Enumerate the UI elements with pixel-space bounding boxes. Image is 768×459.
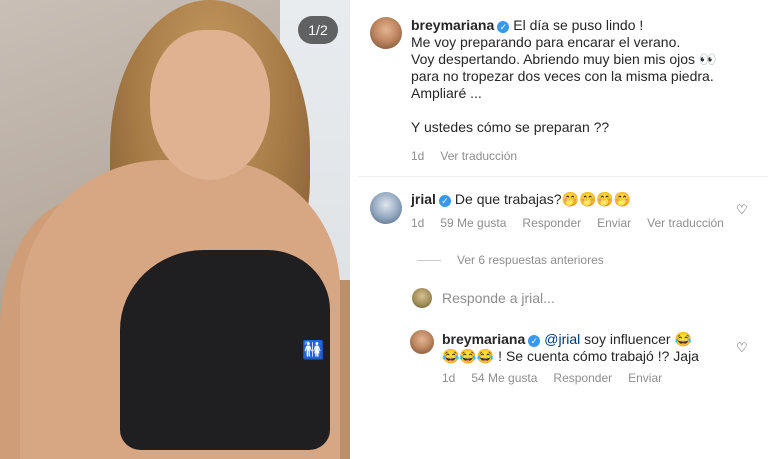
caption-line: El día se puso lindo ! <box>513 17 644 33</box>
caption-line: Y ustedes cómo se preparan ?? <box>411 119 610 135</box>
avatar[interactable] <box>370 17 402 49</box>
caption-line: Voy despertando. Abriendo muy bien mis o… <box>411 51 717 67</box>
verified-badge-icon: ✓ <box>497 21 510 33</box>
caption-line: para no tropezar dos veces con la misma … <box>411 68 714 84</box>
avatar <box>412 288 432 308</box>
comment: jrial ✓ De que trabajas?🤭🤭🤭🤭 <box>411 191 631 208</box>
divider <box>358 176 768 177</box>
reply-meta: 1d 54 Me gusta Responder Enviar <box>442 371 678 385</box>
likes-count[interactable]: 59 Me gusta <box>440 216 506 230</box>
caption-line <box>411 102 761 119</box>
photo-face <box>150 30 270 180</box>
translate-link[interactable]: Ver traducción <box>440 149 517 163</box>
caption: breymariana ✓ El día se puso lindo ! Me vo… <box>411 17 761 136</box>
comment-username[interactable]: jrial <box>411 191 436 207</box>
like-heart-icon[interactable]: ♡ <box>736 342 750 356</box>
send-button[interactable]: Enviar <box>597 216 631 230</box>
caption-time: 1d <box>411 149 425 163</box>
avatar[interactable] <box>370 192 402 224</box>
caption-username[interactable]: breymariana <box>411 17 494 33</box>
photo-sports-top <box>120 250 330 450</box>
reply-time: 1d <box>442 371 456 385</box>
caption-meta: 1d Ver traducción <box>411 149 533 163</box>
verified-badge-icon: ✓ <box>528 335 541 347</box>
send-button[interactable]: Enviar <box>628 371 662 385</box>
avatar[interactable] <box>410 330 434 354</box>
mention-link[interactable]: @jrial <box>544 331 580 347</box>
likes-count[interactable]: 54 Me gusta <box>471 371 537 385</box>
verified-badge-icon: ✓ <box>438 195 451 207</box>
replies-line-marker <box>417 260 441 262</box>
carousel-page-indicator: 1/2 <box>298 16 338 44</box>
reply-button[interactable]: Responder <box>553 371 612 385</box>
reply-button[interactable]: Responder <box>522 216 581 230</box>
comments-panel: breymariana ✓ El día se puso lindo ! Me vo… <box>350 0 768 459</box>
comment-time: 1d <box>411 216 425 230</box>
translate-link[interactable]: Ver traducción <box>647 216 724 230</box>
restroom-sign-icon: 🚻 <box>302 340 325 361</box>
reply: breymariana ✓ @jrial soy influencer 😂 😂😂😂 … <box>442 331 742 365</box>
reply-text: 😂😂😂 ! Se cuenta cómo trabajó !? Jaja <box>442 348 699 364</box>
caption-line: Me voy preparando para encarar el verano… <box>411 34 681 50</box>
reply-input[interactable]: Responde a jrial... <box>442 290 742 306</box>
reply-username[interactable]: breymariana <box>442 331 525 347</box>
view-replies-label: Ver 6 respuestas anteriores <box>457 253 604 267</box>
post-photo[interactable]: 🚻 1/2 <box>0 0 350 459</box>
comment-meta: 1d 59 Me gusta Responder Enviar Ver traducci… <box>411 216 740 230</box>
reply-text: soy influencer 😂 <box>584 331 692 347</box>
comment-text: De que trabajas?🤭🤭🤭🤭 <box>454 191 632 207</box>
caption-line: Ampliaré ... <box>411 85 482 101</box>
view-replies-link[interactable]: Ver 6 respuestas anteriores <box>417 253 604 267</box>
